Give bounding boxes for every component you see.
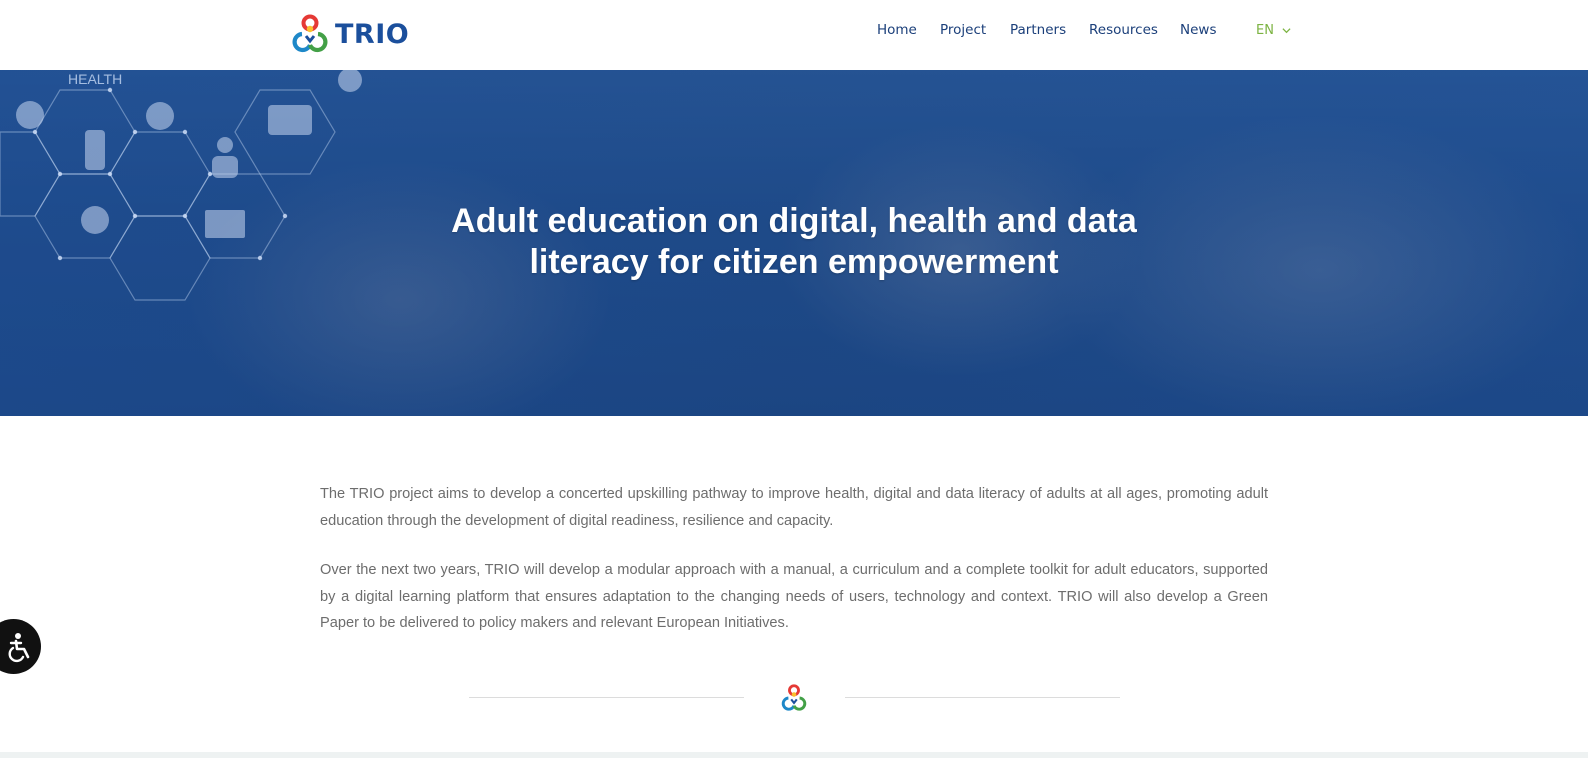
- nav-project[interactable]: Project: [940, 22, 986, 38]
- site-logo[interactable]: TRIO: [289, 14, 409, 54]
- trio-logo-icon: [781, 684, 807, 711]
- logo-text: TRIO: [335, 18, 410, 50]
- intro-content: The TRIO project aims to develop a conce…: [320, 481, 1268, 637]
- divider-right: [845, 697, 1120, 698]
- divider-left: [469, 697, 744, 698]
- site-header: TRIO Home Project Partners Resources New…: [0, 0, 1588, 70]
- hero-banner: HEALTH Adult education on digital, healt…: [0, 70, 1588, 416]
- nav-home[interactable]: Home: [877, 22, 917, 38]
- nav-partners[interactable]: Partners: [1010, 22, 1066, 38]
- footer-band: [0, 752, 1588, 758]
- nav-news[interactable]: News: [1180, 22, 1216, 38]
- intro-paragraph-1: The TRIO project aims to develop a conce…: [320, 486, 1268, 529]
- language-label: EN: [1256, 23, 1274, 38]
- trio-logo-icon: [292, 14, 328, 53]
- accessibility-icon: [8, 632, 29, 662]
- language-selector[interactable]: EN: [1256, 23, 1291, 38]
- hero-deco-label: HEALTH: [68, 71, 122, 87]
- accessibility-button[interactable]: [0, 619, 41, 674]
- hexagon-network-decoration: HEALTH: [0, 70, 362, 301]
- intro-paragraph-2: Over the next two years, TRIO will devel…: [320, 562, 1268, 631]
- hero-title: Adult education on digital, health and d…: [451, 202, 1137, 281]
- chevron-down-icon: [1282, 28, 1291, 34]
- nav-resources[interactable]: Resources: [1089, 22, 1158, 38]
